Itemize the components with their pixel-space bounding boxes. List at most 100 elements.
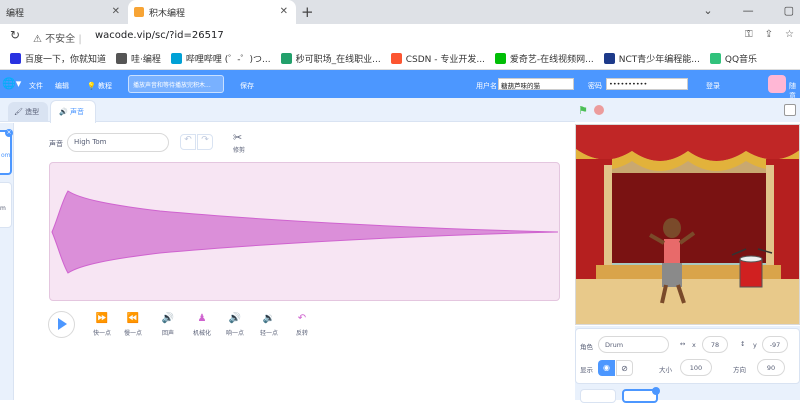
effect-button-softer[interactable]: 🔉 轻一点 xyxy=(252,313,286,337)
effect-label: 机械化 xyxy=(192,330,211,337)
username-label: 用户名 xyxy=(476,82,497,90)
bookmark-label: 哇·编程 xyxy=(131,55,161,65)
delete-sprite-icon[interactable] xyxy=(652,387,660,395)
bookmark-item[interactable]: 秒可职场_在线职业... xyxy=(280,52,381,65)
menu-edit[interactable]: 编辑 xyxy=(55,81,69,91)
effect-label: 反转 xyxy=(295,330,308,337)
project-title-input[interactable]: 播放声音和等待播放完积木... xyxy=(128,75,224,93)
move-x-icon: ↔ xyxy=(680,340,686,348)
effect-button-slower[interactable]: ⏪ 慢一点 xyxy=(116,313,150,337)
sprite-name-input[interactable]: Drum xyxy=(598,336,669,353)
reload-icon[interactable]: ↻ xyxy=(10,28,20,42)
effect-button-robot[interactable]: ♟ 机械化 xyxy=(185,313,219,337)
waveform-canvas[interactable] xyxy=(49,162,560,301)
bookmark-favicon-icon xyxy=(709,53,721,64)
effect-label: 轻一点 xyxy=(259,330,278,337)
tab-label: 编程 xyxy=(6,8,25,19)
tab-costumes[interactable]: 🖌 造型 xyxy=(8,102,48,122)
bookmark-label: 秒可职场_在线职业... xyxy=(295,55,381,65)
bookmark-item[interactable]: NCT青少年编程能... xyxy=(603,52,700,65)
effect-button-echo[interactable]: 🔊 回声 xyxy=(151,313,185,337)
stage-canvas[interactable] xyxy=(575,124,800,325)
lightbulb-icon: 💡 xyxy=(87,82,96,90)
delete-sound-icon[interactable]: × xyxy=(5,129,13,137)
menu-file[interactable]: 文件 xyxy=(29,81,43,91)
bookmark-item[interactable]: 哇·编程 xyxy=(116,52,161,65)
redo-button[interactable]: ↷ xyxy=(197,134,213,150)
move-y-icon: ↕ xyxy=(740,340,746,348)
save-button[interactable]: 保存 xyxy=(240,81,254,91)
sprite-thumbnail[interactable] xyxy=(580,389,616,403)
speaker-icon: 🔊 xyxy=(59,108,68,116)
x-label: x xyxy=(692,341,696,349)
effect-label: 响一点 xyxy=(225,330,244,337)
bookmark-label: 百度一下，你就知道 xyxy=(25,55,107,65)
maximize-icon[interactable]: ▢ xyxy=(784,4,794,17)
sound-name-input[interactable]: High Tom xyxy=(67,133,169,152)
bookmark-item[interactable]: QQ音乐 xyxy=(709,52,757,65)
bookmarks-bar: 百度一下，你就知道 哇·编程 哔哩哔哩 (゜-゜)つ... 秒可职场_在线职业... C… xyxy=(0,48,800,70)
close-tab-icon[interactable]: ✕ xyxy=(280,6,288,17)
browser-tab[interactable]: 编程 ✕ xyxy=(0,0,128,24)
faster-icon: ⏩ xyxy=(95,313,109,324)
share-icon[interactable]: ⇪ xyxy=(765,29,773,40)
trim-label: 修剪 xyxy=(233,147,246,154)
bookmark-favicon-icon xyxy=(10,53,21,64)
security-label: 不安全 xyxy=(45,34,76,45)
direction-input[interactable]: 90 xyxy=(757,359,785,376)
effect-label: 慢一点 xyxy=(123,330,142,337)
show-label: 显示 xyxy=(580,366,593,374)
y-input[interactable]: -97 xyxy=(762,336,788,353)
sound-name-label: 声音 xyxy=(49,140,63,148)
bookmark-item[interactable]: 爱奇艺-在线视频网... xyxy=(494,52,594,65)
tab-label: 积木编程 xyxy=(149,8,186,19)
size-label: 大小 xyxy=(659,366,672,374)
effect-button-louder[interactable]: 🔊 响一点 xyxy=(218,313,252,337)
undo-button[interactable]: ↶ xyxy=(180,134,196,150)
menu-tutorial[interactable]: 💡 教程 xyxy=(87,81,112,91)
avatar[interactable] xyxy=(768,75,786,93)
bookmark-item[interactable]: CSDN - 专业开发... xyxy=(390,52,485,65)
security-indicator[interactable]: ⚠ 不安全 | xyxy=(33,30,82,45)
close-tab-icon[interactable]: ✕ xyxy=(112,6,120,17)
new-tab-button[interactable]: + xyxy=(301,3,314,21)
bookmark-label: 哔哩哔哩 (゜-゜)つ... xyxy=(185,55,271,65)
louder-icon: 🔊 xyxy=(228,313,242,324)
direction-label: 方向 xyxy=(733,366,746,374)
sound-list-item[interactable]: m xyxy=(0,182,12,228)
bookmark-label: 爱奇艺-在线视频网... xyxy=(509,55,594,65)
star-icon[interactable]: ☆ xyxy=(785,29,794,40)
show-eye-icon[interactable]: ◉ xyxy=(598,360,615,376)
green-flag-icon[interactable]: ⚑ xyxy=(578,104,588,117)
scissors-icon[interactable]: ✂ xyxy=(233,131,242,144)
bookmark-item[interactable]: 哔哩哔哩 (゜-゜)つ... xyxy=(170,52,271,65)
stage-scene xyxy=(576,125,799,324)
bookmark-item[interactable]: 百度一下，你就知道 xyxy=(10,52,106,65)
x-input[interactable]: 78 xyxy=(702,336,728,353)
tab-search-icon[interactable]: ⌄ xyxy=(703,4,712,17)
url-input[interactable]: wacode.vip/sc/?id=26517 xyxy=(95,30,224,41)
play-icon xyxy=(58,318,67,330)
fullscreen-icon[interactable] xyxy=(784,104,796,116)
key-icon[interactable]: ⚿ xyxy=(745,29,753,40)
size-input[interactable]: 100 xyxy=(680,359,712,376)
minimize-icon[interactable]: — xyxy=(743,4,754,17)
password-field[interactable]: •••••••••• xyxy=(606,78,688,90)
bookmark-favicon-icon xyxy=(603,53,615,64)
browser-tab-active[interactable]: 积木编程 ✕ xyxy=(128,0,296,24)
username-field[interactable]: 糖葫芦味的猫 xyxy=(498,78,574,90)
effect-button-faster[interactable]: ⏩ 快一点 xyxy=(85,313,119,337)
bookmark-label: CSDN - 专业开发... xyxy=(405,55,485,65)
bookmark-favicon-icon xyxy=(494,53,506,64)
sound-list-item-label: om xyxy=(1,152,11,159)
y-label: y xyxy=(753,341,757,349)
hide-eye-icon[interactable]: ⊘ xyxy=(616,360,633,376)
password-label: 密码 xyxy=(588,82,602,90)
effect-button-reverse[interactable]: ↶ 反转 xyxy=(285,313,319,337)
softer-icon: 🔉 xyxy=(262,313,276,324)
login-button[interactable]: 登录 xyxy=(706,81,720,91)
stop-icon[interactable] xyxy=(594,105,604,115)
bookmark-label: NCT青少年编程能... xyxy=(618,55,700,65)
language-globe-icon[interactable]: 🌐▾ xyxy=(2,77,21,90)
tab-sounds[interactable]: 🔊 声音 xyxy=(50,100,96,123)
